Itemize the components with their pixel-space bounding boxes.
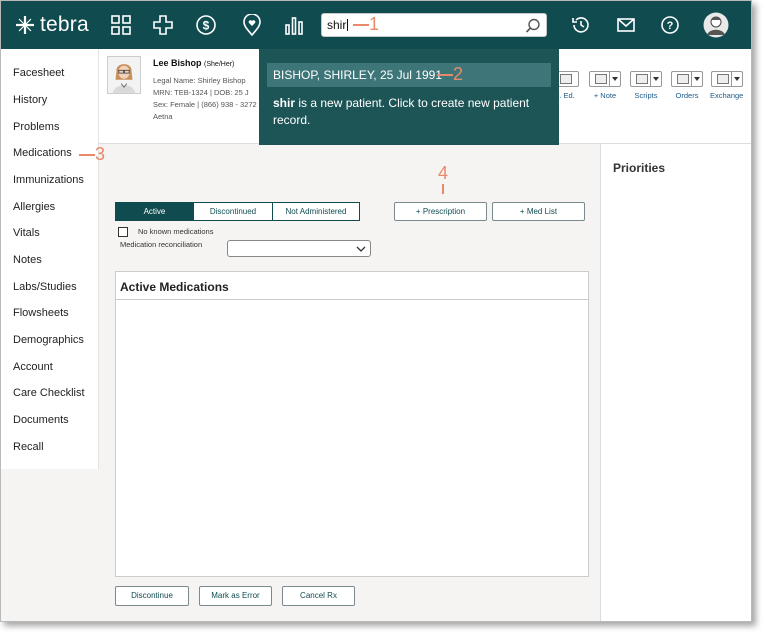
priorities-title: Priorities [613, 161, 666, 175]
search-result-patient[interactable]: BISHOP, SHIRLEY, 25 Jul 1991 [267, 63, 551, 87]
chevron-down-icon [356, 246, 366, 252]
sidebar-item-care-checklist[interactable]: Care Checklist [13, 387, 85, 399]
sidebar-item-medications[interactable]: Medications [13, 147, 72, 159]
sidebar-item-allergies[interactable]: Allergies [13, 201, 55, 213]
search-icon[interactable] [524, 17, 542, 35]
mail-icon[interactable] [615, 14, 637, 36]
mark-as-error-button[interactable]: Mark as Error [199, 586, 272, 606]
callout-number: 4 [438, 163, 449, 183]
sidebar-item-recall[interactable]: Recall [13, 441, 44, 453]
callout-4: 4 [438, 163, 448, 194]
toolbar-scripts[interactable]: Scripts [630, 71, 662, 100]
search-results-dropdown: BISHOP, SHIRLEY, 25 Jul 1991 shir is a n… [259, 49, 559, 145]
toolbar-exchange[interactable]: Exchange [710, 71, 743, 100]
sidebar-item-immunizations[interactable]: Immunizations [13, 174, 84, 186]
rx-icon [630, 71, 662, 87]
toolbar-orders[interactable]: Orders [671, 71, 703, 100]
svg-text:?: ? [667, 20, 674, 32]
search-value: shir [327, 18, 347, 32]
patient-mrn-dob: MRN: TEB-1324 | DOB: 25 J [153, 88, 249, 97]
new-patient-query: shir [273, 96, 296, 110]
callout-2: 2 [437, 64, 463, 85]
callout-3: 3 [79, 144, 105, 165]
help-icon[interactable]: ? [659, 14, 681, 36]
user-avatar[interactable] [703, 12, 729, 38]
sidebar-item-vitals[interactable]: Vitals [13, 227, 40, 239]
add-med-list-button[interactable]: + Med List [492, 202, 585, 221]
exchange-icon [710, 71, 743, 87]
sidebar-item-history[interactable]: History [13, 94, 47, 106]
tab-discontinued[interactable]: Discontinued [194, 202, 273, 221]
toolbar-label: Exchange [710, 91, 744, 100]
patient-insurance: Aetna [153, 112, 173, 121]
medication-status-tabs: Active Discontinued Not Administered [115, 202, 360, 221]
patient-pronouns: (She/Her) [204, 61, 235, 68]
create-new-patient-link[interactable]: shir is a new patient. Click to create n… [273, 95, 553, 129]
reconciliation-select[interactable] [227, 240, 371, 257]
patient-name-text: Lee Bishop [153, 58, 202, 68]
text-caret [347, 19, 349, 31]
sidebar-item-labs-studies[interactable]: Labs/Studies [13, 281, 77, 293]
no-known-medications-label: No known medications [138, 227, 214, 236]
discontinue-button[interactable]: Discontinue [115, 586, 189, 606]
chevron-down-icon[interactable] [730, 72, 742, 86]
tab-active[interactable]: Active [115, 202, 194, 221]
sidebar-item-demographics[interactable]: Demographics [13, 334, 84, 346]
new-patient-message: is a new patient. Click to create new pa… [273, 96, 530, 127]
billing-dollar-icon[interactable]: $ [195, 14, 217, 36]
chart-sidebar: Facesheet History Problems Medications I… [1, 49, 99, 469]
patient-legal-name: Legal Name: Shirley Bishop [153, 76, 246, 85]
callout-number: 3 [95, 144, 106, 164]
add-prescription-button[interactable]: + Prescription [394, 202, 487, 221]
toolbar-label: Orders [675, 91, 699, 100]
reports-bar-chart-icon[interactable] [283, 14, 305, 36]
toolbar-note[interactable]: + Note [589, 71, 621, 100]
logo-text: tebra [40, 13, 89, 36]
callout-number: 1 [369, 14, 380, 34]
callout-number: 2 [453, 64, 464, 84]
no-known-medications-checkbox[interactable] [118, 227, 128, 237]
chevron-down-icon[interactable] [691, 72, 702, 86]
apps-grid-icon[interactable] [110, 14, 132, 36]
priorities-panel: Priorities [600, 144, 751, 621]
sidebar-item-account[interactable]: Account [13, 361, 53, 373]
tab-not-administered[interactable]: Not Administered [273, 202, 360, 221]
sidebar-item-facesheet[interactable]: Facesheet [13, 67, 64, 79]
patient-sex-phone: Sex: Female | (866) 938 - 3272 [153, 100, 257, 109]
patient-name: Lee Bishop (She/Her) [153, 58, 234, 68]
reconciliation-label: Medication reconciliation [120, 240, 203, 249]
history-clock-icon[interactable] [570, 14, 592, 36]
sidebar-item-notes[interactable]: Notes [13, 254, 42, 266]
sidebar-item-flowsheets[interactable]: Flowsheets [13, 307, 69, 319]
active-medications-card: Active Medications [115, 271, 589, 577]
active-medications-list [116, 299, 588, 576]
app-window: tebra $ ? shir Lee Bishop (She/Her) Lega… [0, 0, 752, 622]
note-icon [589, 71, 621, 87]
chevron-down-icon[interactable] [609, 72, 620, 86]
callout-1: 1 [353, 14, 379, 35]
toolbar-label: Scripts [634, 91, 658, 100]
clipboard-icon [671, 71, 703, 87]
sidebar-item-problems[interactable]: Problems [13, 121, 59, 133]
sidebar-item-documents[interactable]: Documents [13, 414, 69, 426]
tebra-logo[interactable]: tebra [15, 13, 89, 37]
active-medications-title: Active Medications [120, 280, 229, 294]
svg-text:$: $ [203, 19, 210, 33]
chevron-down-icon[interactable] [650, 72, 661, 86]
toolbar-label: + Note [593, 91, 617, 100]
tebra-logo-icon [16, 16, 34, 34]
cancel-rx-button[interactable]: Cancel Rx [282, 586, 355, 606]
patient-photo [107, 56, 141, 94]
search-result-text: BISHOP, SHIRLEY, 25 Jul 1991 [273, 68, 442, 82]
medical-cross-icon[interactable] [152, 14, 174, 36]
location-heart-icon[interactable] [241, 14, 263, 36]
